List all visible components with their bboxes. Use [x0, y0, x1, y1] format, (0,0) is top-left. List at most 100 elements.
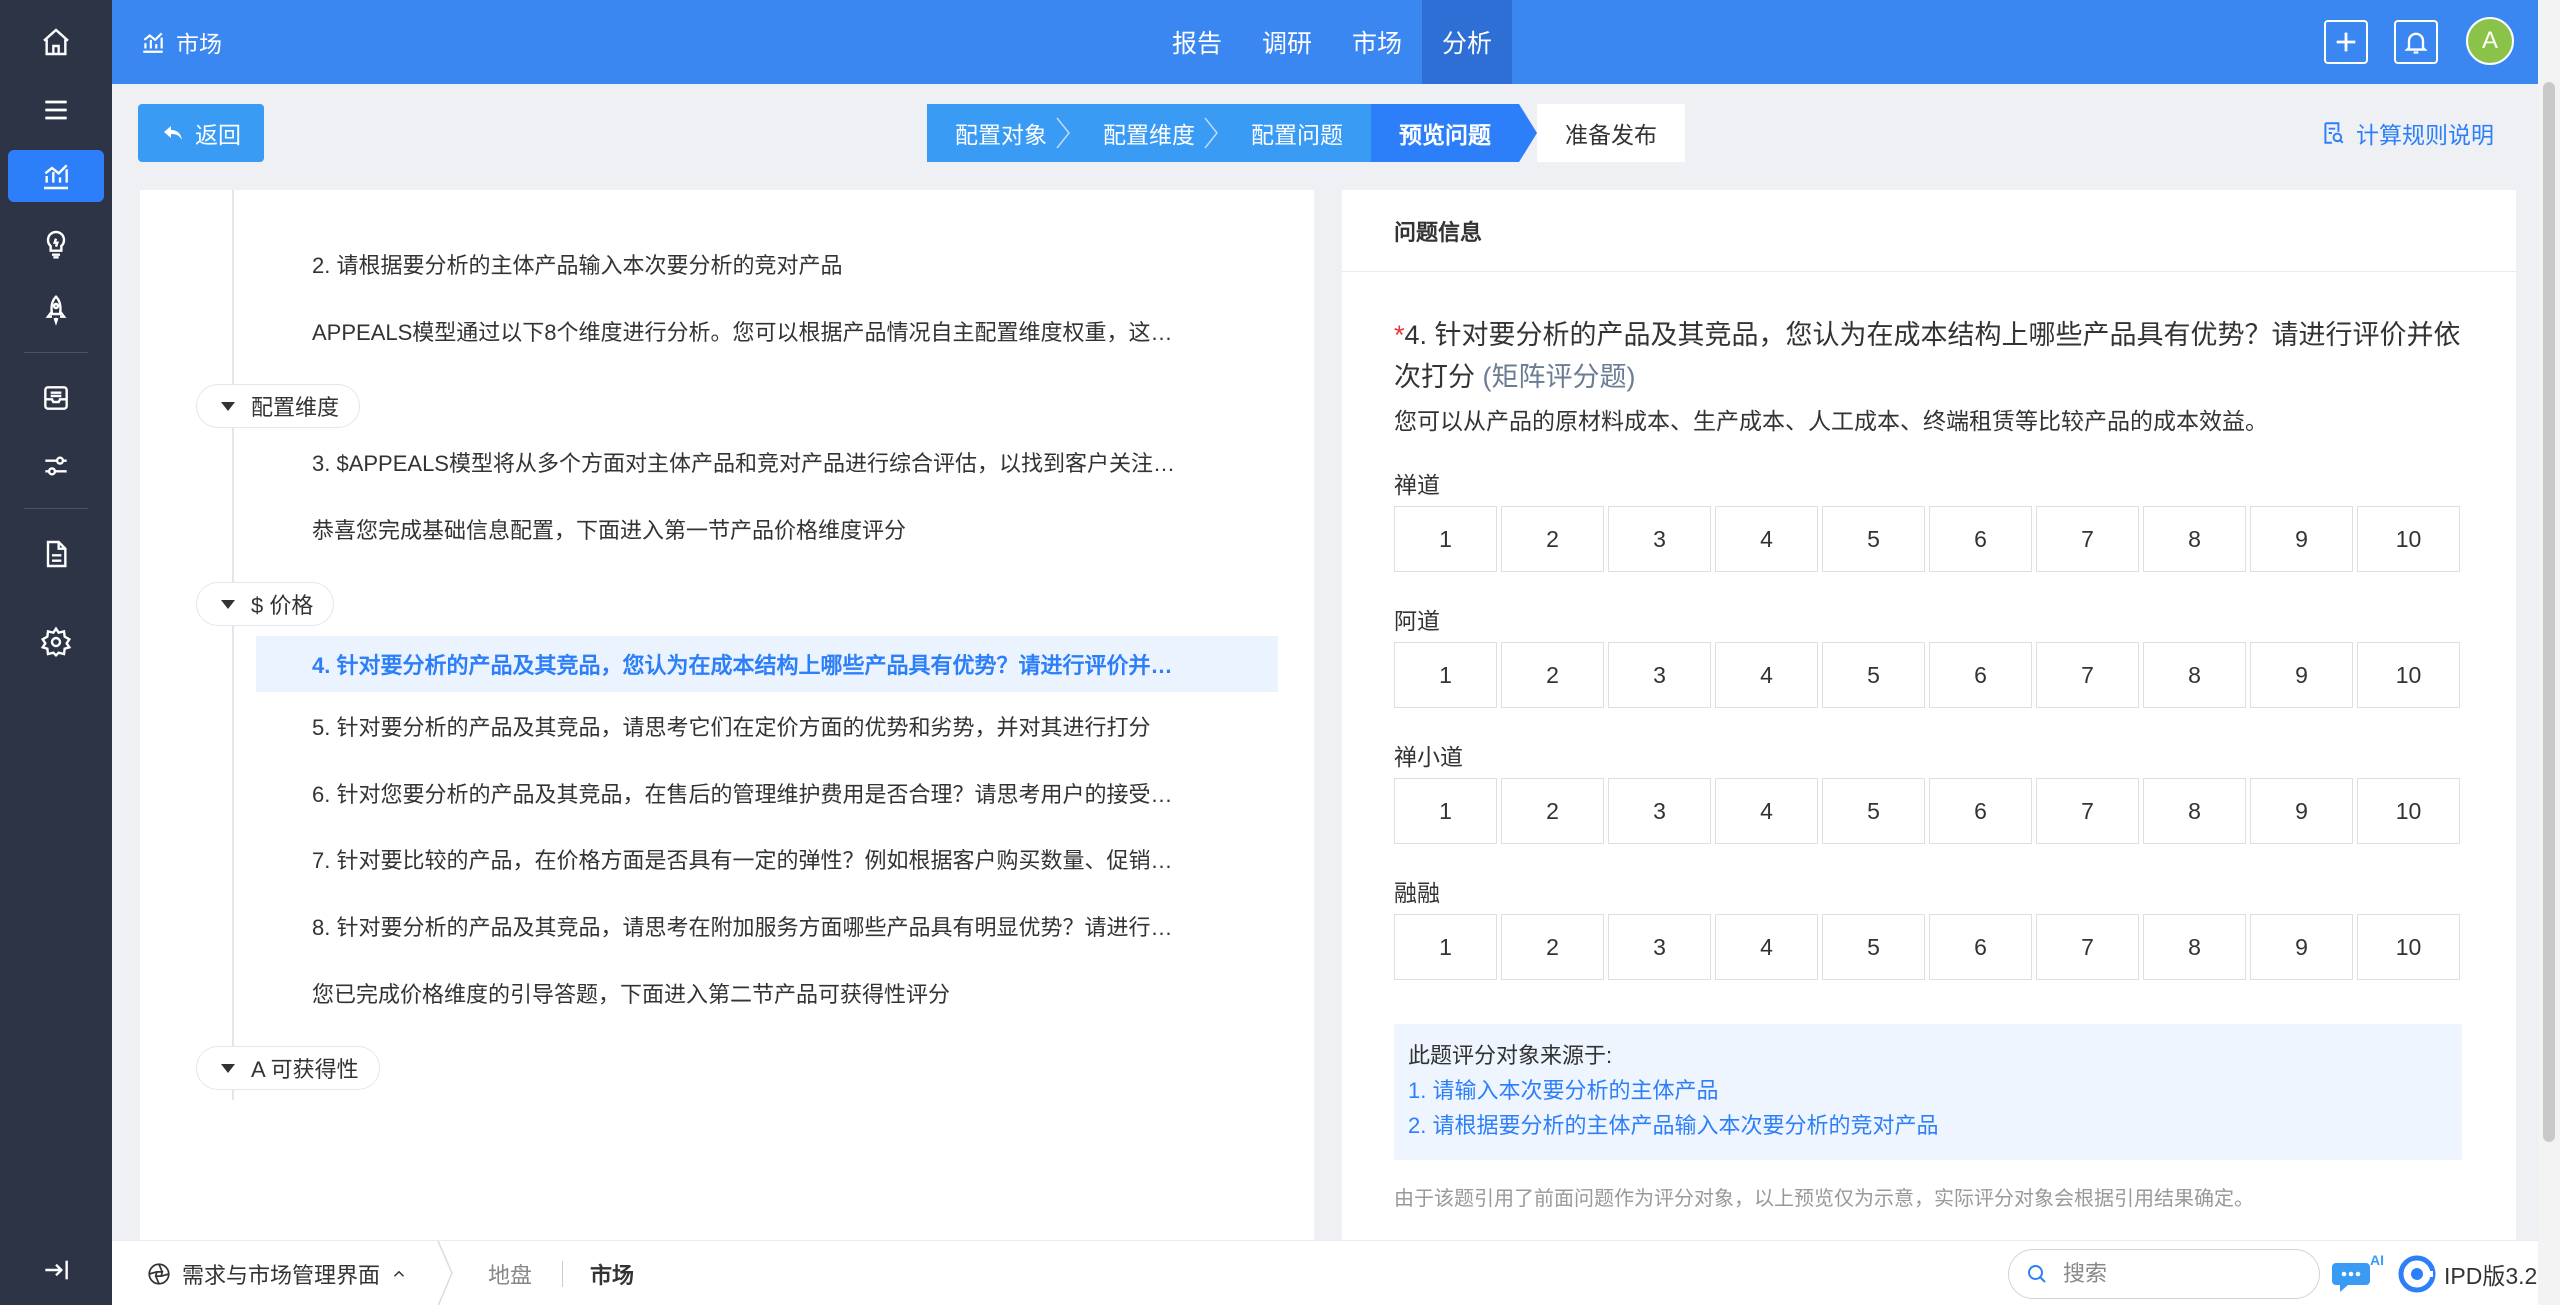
score-option[interactable]: 8: [2143, 642, 2246, 708]
add-button[interactable]: [2324, 20, 2368, 64]
chevron-right-icon: [1204, 117, 1218, 149]
tree-item[interactable]: APPEALS模型通过以下8个维度进行分析。您可以根据产品情况自主配置维度权重，…: [256, 303, 1256, 359]
version-badge[interactable]: IPD版3.2: [2398, 1241, 2537, 1305]
tree-item[interactable]: 2. 请根据要分析的主体产品输入本次要分析的竞对产品: [256, 236, 1256, 292]
calc-rule-link[interactable]: 计算规则说明: [2320, 104, 2494, 162]
score-option[interactable]: 3: [1608, 778, 1711, 844]
breadcrumb-dipan[interactable]: 地盘: [488, 1241, 532, 1305]
score-option[interactable]: 3: [1608, 506, 1711, 572]
score-option[interactable]: 2: [1501, 506, 1604, 572]
matrix-row: 1 2 3 4 5 6 7 8 9 10: [1394, 914, 2460, 980]
score-option[interactable]: 8: [2143, 914, 2246, 980]
score-option[interactable]: 10: [2357, 914, 2460, 980]
score-option[interactable]: 9: [2250, 778, 2353, 844]
document-icon[interactable]: [24, 528, 88, 580]
score-option[interactable]: 5: [1822, 642, 1925, 708]
tree-item[interactable]: 7. 针对要比较的产品，在价格方面是否具有一定的弹性？例如根据客户购买数量、促销…: [256, 831, 1256, 887]
collapse-icon[interactable]: [24, 1244, 88, 1296]
score-option[interactable]: 10: [2357, 642, 2460, 708]
nav-research[interactable]: 调研: [1242, 0, 1332, 84]
tree-item[interactable]: 3. $APPEALS模型将从多个方面对主体产品和竞对产品进行综合评估，以找到客…: [256, 434, 1256, 490]
score-option[interactable]: 3: [1608, 914, 1711, 980]
score-option[interactable]: 4: [1715, 506, 1818, 572]
score-option[interactable]: 8: [2143, 778, 2246, 844]
notification-button[interactable]: [2394, 20, 2438, 64]
group-price[interactable]: $ 价格: [196, 582, 335, 626]
tree-item[interactable]: 6. 针对您要分析的产品及其竞品，在售后的管理维护费用是否合理？请思考用户的接受…: [256, 765, 1256, 821]
score-option[interactable]: 10: [2357, 778, 2460, 844]
score-option[interactable]: 9: [2250, 506, 2353, 572]
score-option[interactable]: 6: [1929, 778, 2032, 844]
settings-sliders-icon[interactable]: [24, 440, 88, 492]
tree-item[interactable]: 8. 针对要分析的产品及其竞品，请思考在附加服务方面哪些产品具有明显优势？请进行…: [256, 898, 1256, 954]
score-option[interactable]: 7: [2036, 506, 2139, 572]
ai-chat-icon[interactable]: AI: [2330, 1251, 2386, 1297]
score-option[interactable]: 5: [1822, 778, 1925, 844]
score-option[interactable]: 8: [2143, 506, 2246, 572]
page-scrollbar[interactable]: [2538, 0, 2560, 1305]
score-option[interactable]: 1: [1394, 642, 1497, 708]
score-option[interactable]: 7: [2036, 642, 2139, 708]
source-link[interactable]: 1. 请输入本次要分析的主体产品: [1408, 1073, 2448, 1108]
step-config-object[interactable]: 配置对象: [927, 104, 1075, 162]
inbox-icon[interactable]: [24, 372, 88, 424]
source-link[interactable]: 2. 请根据要分析的主体产品输入本次要分析的竞对产品: [1408, 1108, 2448, 1143]
score-option[interactable]: 2: [1501, 642, 1604, 708]
score-option[interactable]: 3: [1608, 642, 1711, 708]
menu-icon[interactable]: [24, 84, 88, 136]
nav-analysis[interactable]: 分析: [1422, 0, 1513, 84]
score-option[interactable]: 6: [1929, 642, 2032, 708]
score-option[interactable]: 7: [2036, 778, 2139, 844]
back-button[interactable]: 返回: [138, 104, 264, 162]
question-description: 您可以从产品的原材料成本、生产成本、人工成本、终端租赁等比较产品的成本效益。: [1394, 408, 2268, 434]
score-option[interactable]: 6: [1929, 506, 2032, 572]
app-switcher[interactable]: 需求与市场管理界面: [146, 1241, 408, 1305]
question-title: *4. 针对要分析的产品及其竞品，您认为在成本结构上哪些产品具有优势？请进行评价…: [1394, 314, 2474, 398]
search-box[interactable]: [2008, 1249, 2320, 1299]
tree-item[interactable]: 5. 针对要分析的产品及其竞品，请思考它们在定价方面的优势和劣势，并对其进行打分: [256, 698, 1256, 754]
nav-report[interactable]: 报告: [1152, 0, 1242, 84]
tree-item-selected[interactable]: 4. 针对要分析的产品及其竞品，您认为在成本结构上哪些产品具有优势？请进行评价并…: [256, 636, 1278, 692]
nav-market[interactable]: 市场: [1332, 0, 1422, 84]
chevron-up-icon: [393, 1270, 405, 1277]
breadcrumb-market[interactable]: 市场: [590, 1241, 634, 1305]
gear-icon[interactable]: [24, 616, 88, 668]
preview-note: 由于该题引用了前面问题作为评分对象，以上预览仅为示意，实际评分对象会根据引用结果…: [1394, 1188, 2254, 1210]
tree-item[interactable]: 恭喜您完成基础信息配置，下面进入第一节产品价格维度评分: [256, 501, 1256, 557]
group-config-dimension[interactable]: 配置维度: [196, 384, 361, 428]
tree-item[interactable]: 您已完成价格维度的引导答题，下面进入第二节产品可获得性评分: [256, 965, 1256, 1021]
score-option[interactable]: 6: [1929, 914, 2032, 980]
score-option[interactable]: 1: [1394, 506, 1497, 572]
search-input[interactable]: [2063, 1261, 2293, 1287]
score-option[interactable]: 9: [2250, 642, 2353, 708]
score-option[interactable]: 5: [1822, 914, 1925, 980]
home-icon[interactable]: [24, 16, 88, 68]
score-option[interactable]: 5: [1822, 506, 1925, 572]
scrollbar-thumb[interactable]: [2543, 82, 2555, 1142]
group-availability[interactable]: A 可获得性: [196, 1046, 380, 1090]
step-config-dimension[interactable]: 配置维度: [1075, 104, 1223, 162]
breadcrumb-separator-icon: [437, 1241, 453, 1305]
step-label: 准备发布: [1565, 122, 1657, 148]
ai-label: AI: [2370, 1252, 2384, 1268]
chart-icon[interactable]: [8, 150, 104, 202]
step-config-question[interactable]: 配置问题: [1223, 104, 1371, 162]
lightbulb-icon[interactable]: [24, 218, 88, 270]
score-option[interactable]: 7: [2036, 914, 2139, 980]
score-option[interactable]: 10: [2357, 506, 2460, 572]
avatar[interactable]: A: [2466, 17, 2514, 65]
search-icon: [2028, 1265, 2046, 1283]
score-option[interactable]: 4: [1715, 914, 1818, 980]
score-option[interactable]: 9: [2250, 914, 2353, 980]
score-option[interactable]: 2: [1501, 914, 1604, 980]
step-preview-question[interactable]: 预览问题: [1371, 104, 1537, 162]
matrix-row-label: 禅小道: [1394, 744, 1463, 770]
score-option[interactable]: 1: [1394, 778, 1497, 844]
score-option[interactable]: 2: [1501, 778, 1604, 844]
calc-rule-text: 计算规则说明: [2356, 122, 2494, 148]
step-ready-publish[interactable]: 准备发布: [1537, 104, 1685, 162]
rocket-icon[interactable]: [24, 284, 88, 336]
score-option[interactable]: 4: [1715, 778, 1818, 844]
score-option[interactable]: 1: [1394, 914, 1497, 980]
score-option[interactable]: 4: [1715, 642, 1818, 708]
